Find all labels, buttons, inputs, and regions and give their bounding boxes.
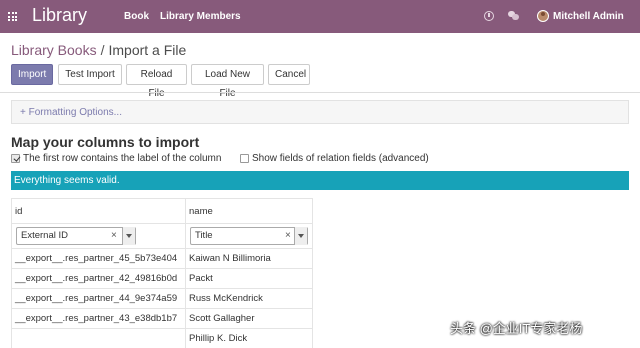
avatar[interactable] (537, 10, 549, 22)
watermark: 头条 @企业IT专家老杨 (450, 321, 583, 336)
cell-id: __export__.res_partner_44_9e374a59 (11, 288, 186, 309)
cell-id: __export__.res_partner_42_49816b0d (11, 268, 186, 289)
table-row: __export__.res_partner_45_5b73e404 Kaiwa… (11, 248, 313, 269)
field-select-value: Title (195, 230, 213, 241)
chevron-down-icon[interactable] (294, 227, 307, 245)
clear-icon[interactable]: × (111, 228, 117, 244)
field-select-id[interactable]: External ID × (16, 227, 136, 245)
cell-name: Kaiwan N Billimoria (185, 248, 313, 269)
first-row-header-label[interactable]: The first row contains the label of the … (23, 153, 221, 164)
cell-name: Russ McKendrick (185, 288, 313, 309)
top-navbar: Library Book Library Members Mitchell Ad… (0, 0, 640, 33)
chat-icon[interactable] (508, 11, 519, 20)
formatting-options-toggle[interactable]: + Formatting Options... (20, 107, 122, 118)
table-row: __export__.res_partner_42_49816b0d Packt (11, 268, 313, 289)
cell-name: Packt (185, 268, 313, 289)
table-row: __export__.res_partner_43_e38db1b7 Scott… (11, 308, 313, 329)
import-preview-table: id name External ID × Title × __export__… (11, 198, 313, 348)
formatting-options-panel: + Formatting Options... (11, 100, 629, 124)
breadcrumb-current: Import a File (108, 42, 187, 58)
column-header-name: name (185, 198, 313, 224)
field-mapping-cell: External ID × (11, 223, 186, 249)
table-row: Phillip K. Dick (11, 328, 313, 348)
menu-item-book[interactable]: Book (124, 11, 149, 22)
clock-icon[interactable] (484, 11, 494, 21)
column-header-id: id (11, 198, 186, 224)
chevron-down-icon[interactable] (122, 227, 135, 245)
cell-id: __export__.res_partner_43_e38db1b7 (11, 308, 186, 329)
breadcrumb-separator: / (100, 42, 105, 58)
user-menu[interactable]: Mitchell Admin (553, 11, 624, 22)
field-mapping-row: External ID × Title × (11, 223, 313, 249)
menu-item-library-members[interactable]: Library Members (160, 11, 241, 22)
cancel-button[interactable]: Cancel (268, 64, 310, 85)
relation-fields-label[interactable]: Show fields of relation fields (advanced… (252, 153, 429, 164)
test-import-button[interactable]: Test Import (58, 64, 122, 85)
relation-fields-checkbox[interactable] (240, 154, 249, 163)
field-select-value: External ID (21, 230, 68, 241)
import-button[interactable]: Import (11, 64, 53, 85)
breadcrumb: Library Books / Import a File (11, 42, 186, 58)
validation-alert: Everything seems valid. (11, 171, 629, 190)
first-row-header-checkbox[interactable] (11, 154, 20, 163)
field-select-name[interactable]: Title × (190, 227, 308, 245)
mapping-heading: Map your columns to import (11, 134, 200, 150)
cell-id (11, 328, 186, 348)
clear-icon[interactable]: × (285, 228, 291, 244)
app-title[interactable]: Library (32, 5, 87, 26)
load-new-file-button[interactable]: Load New File (191, 64, 264, 99)
field-mapping-cell: Title × (185, 223, 313, 249)
table-row: __export__.res_partner_44_9e374a59 Russ … (11, 288, 313, 309)
breadcrumb-parent[interactable]: Library Books (11, 42, 97, 58)
cell-id: __export__.res_partner_45_5b73e404 (11, 248, 186, 269)
table-header-row: id name (11, 198, 313, 224)
reload-file-button[interactable]: Reload File (126, 64, 187, 99)
cell-name: Scott Gallagher (185, 308, 313, 329)
control-panel-divider (0, 92, 640, 93)
cell-name: Phillip K. Dick (185, 328, 313, 348)
apps-icon[interactable] (8, 12, 17, 21)
